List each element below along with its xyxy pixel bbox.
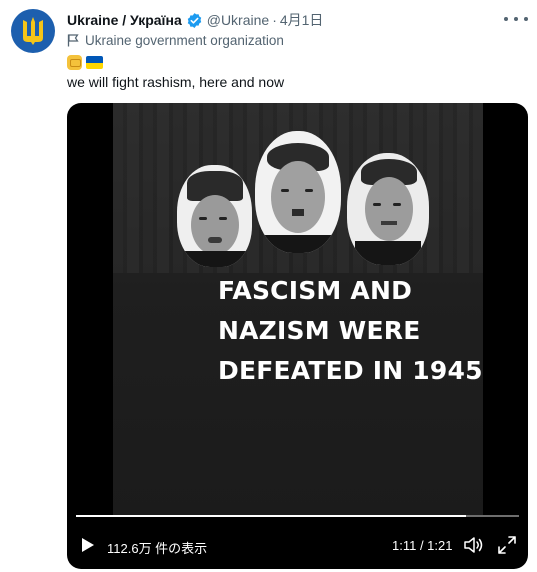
video-player[interactable]: FASCISM AND NAZISM WERE DEFEATED IN 1945… [67,103,528,569]
avatar[interactable] [11,9,55,53]
video-controls: 112.6万 件の表示 1:11 / 1:21 [67,531,528,559]
fullscreen-icon[interactable] [498,536,516,554]
portrait-middle [255,131,341,253]
separator-dot: · [272,12,277,28]
video-headline: FASCISM AND NAZISM WERE DEFEATED IN 1945 [218,271,518,391]
volume-icon[interactable] [464,536,484,554]
video-timecode: 1:11 / 1:21 [392,538,453,553]
raised-fist-emoji [67,55,82,70]
headline-line: NAZISM WERE [218,316,421,345]
play-icon[interactable] [81,537,95,553]
government-label-text: Ukraine government organization [85,33,284,48]
ukraine-flag-emoji [86,56,103,69]
headline-line: DEFEATED IN 1945 [218,356,483,385]
video-progress-bar[interactable] [76,515,519,517]
portrait-left [177,165,252,267]
verified-badge-icon [186,12,203,29]
video-frame[interactable]: FASCISM AND NAZISM WERE DEFEATED IN 1945 [113,103,483,517]
portrait-right [347,153,429,265]
timestamp[interactable]: 4月1日 [280,10,324,30]
tweet-text: we will fight rashism, here and now [67,74,285,90]
emoji-row [67,55,103,70]
view-count: 112.6万 件の表示 [107,541,208,556]
headline-line: FASCISM AND [218,276,413,305]
display-name[interactable]: Ukraine / Україна [67,12,182,28]
handle[interactable]: @Ukraine [207,12,269,28]
trident-icon [23,17,43,45]
more-options-icon[interactable] [504,9,528,29]
video-progress-fill [76,515,466,517]
flag-icon [67,34,79,47]
government-label[interactable]: Ukraine government organization [67,33,284,48]
tweet-header: Ukraine / Україна @Ukraine · 4月1日 [67,10,323,30]
tweet: Ukraine / Україна @Ukraine · 4月1日 Ukrain… [0,0,537,572]
